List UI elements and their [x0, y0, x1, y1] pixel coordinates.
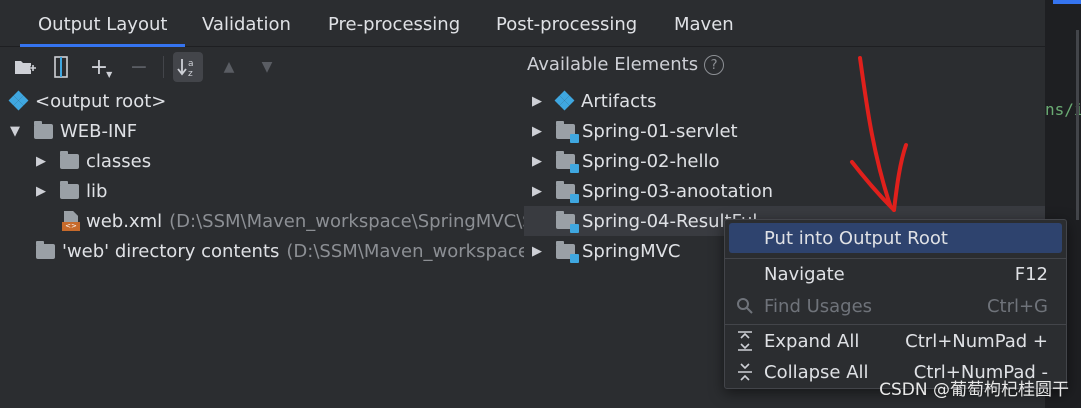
output-layout-tree: <output root> ▼ WEB-INF ▶ classes ▶ lib …: [0, 86, 524, 408]
tree-item-web-directory[interactable]: 'web' directory contents (D:\SSM\Maven_w…: [36, 236, 524, 266]
menu-item-label: Put into Output Root: [764, 227, 948, 249]
menu-item-label: Expand All: [764, 330, 860, 352]
available-item-module[interactable]: ▶ Spring-03-anootation: [524, 176, 1045, 206]
tree-item-label: WEB-INF: [60, 120, 138, 142]
chevron-right-icon[interactable]: ▶: [530, 124, 544, 139]
search-icon: [735, 296, 755, 316]
add-button[interactable]: + ▼: [86, 52, 116, 82]
tab-output-layout[interactable]: Output Layout: [19, 0, 186, 47]
tree-item-output-root[interactable]: <output root>: [8, 86, 167, 116]
chevron-down-icon[interactable]: ▼: [8, 124, 22, 139]
chevron-right-icon[interactable]: ▶: [34, 154, 48, 169]
available-item-module[interactable]: ▶ Spring-01-servlet: [524, 116, 1045, 146]
menu-item-shortcut: Ctrl+G: [986, 295, 1048, 317]
module-folder-icon: [556, 240, 579, 263]
available-item-label: Spring-03-anootation: [582, 180, 774, 202]
chevron-right-icon[interactable]: ▶: [530, 94, 544, 109]
menu-separator: [725, 324, 1066, 325]
tree-item-label: web.xml: [86, 210, 163, 232]
tree-item-web-inf[interactable]: ▼ WEB-INF: [8, 116, 137, 146]
context-menu: Put into Output Root Navigate F12 Find U…: [724, 219, 1067, 389]
artifact-diamond-icon: [554, 90, 575, 111]
tree-item-label: classes: [86, 150, 152, 172]
sort-alphabetically-button[interactable]: az: [173, 52, 203, 82]
tree-item-label: <output root>: [35, 90, 167, 112]
move-down-icon[interactable]: ▼: [252, 52, 282, 82]
available-elements-title: Available Elements?: [527, 54, 725, 75]
svg-text:a: a: [188, 59, 194, 69]
xml-file-icon: <>: [62, 211, 80, 231]
folder-icon: [60, 150, 79, 169]
tab-validation[interactable]: Validation: [202, 0, 291, 47]
menu-item-expand-all[interactable]: Expand All Ctrl+NumPad +: [729, 326, 1062, 356]
menu-item-shortcut: Ctrl+NumPad +: [905, 330, 1048, 352]
toolbar-separator: [163, 56, 164, 78]
editor-tab-indicator: [1053, 0, 1081, 4]
tab-bar: Output Layout Validation Pre-processing …: [0, 0, 1045, 47]
tree-item-label: lib: [86, 180, 108, 202]
chevron-right-icon[interactable]: ▶: [530, 244, 544, 259]
menu-item-label: Navigate: [764, 263, 845, 285]
layout-toolbar: + ▼ − az ▲ ▼: [0, 48, 520, 85]
available-elements-label: Available Elements: [527, 54, 699, 75]
available-item-label: Spring-02-hello: [582, 150, 720, 172]
svg-text:z: z: [188, 69, 193, 77]
folder-icon: [34, 120, 53, 139]
tab-maven[interactable]: Maven: [674, 0, 734, 47]
expand-all-icon: [735, 331, 755, 351]
module-folder-icon: [556, 180, 579, 203]
available-item-label: Artifacts: [581, 90, 657, 112]
available-item-label: Spring-01-servlet: [582, 120, 738, 142]
chevron-right-icon[interactable]: ▶: [530, 154, 544, 169]
menu-item-label: Find Usages: [764, 295, 873, 317]
folder-icon: [60, 180, 79, 199]
available-item-module[interactable]: ▶ Spring-02-hello: [524, 146, 1045, 176]
chevron-right-icon[interactable]: ▶: [530, 184, 544, 199]
tree-item-path: (D:\SSM\Maven_workspace\S: [286, 240, 524, 262]
tree-item-label: 'web' directory contents: [62, 240, 280, 262]
tree-item-path: (D:\SSM\Maven_workspace\SpringMVC\Sp: [169, 210, 524, 232]
watermark-text: CSDN @葡萄枸杞桂圆干: [879, 380, 1069, 400]
menu-item-shortcut: F12: [1014, 263, 1048, 285]
menu-item-navigate[interactable]: Navigate F12: [729, 259, 1062, 289]
tree-item-classes[interactable]: ▶ classes: [34, 146, 151, 176]
menu-item-find-usages[interactable]: Find Usages Ctrl+G: [729, 291, 1062, 321]
move-up-icon[interactable]: ▲: [214, 52, 244, 82]
tree-item-lib[interactable]: ▶ lib: [34, 176, 107, 206]
folder-plus-icon[interactable]: [10, 52, 40, 82]
folder-icon: [36, 240, 55, 259]
module-folder-icon: [556, 210, 579, 233]
remove-button[interactable]: −: [124, 52, 154, 82]
collapse-all-icon: [735, 362, 755, 382]
editor-scrollbar[interactable]: [1076, 30, 1079, 220]
available-item-artifacts[interactable]: ▶ Artifacts: [524, 86, 1045, 116]
module-folder-icon: [556, 150, 579, 173]
tab-post-processing[interactable]: Post-processing: [496, 0, 637, 47]
artifact-diamond-icon: [8, 90, 29, 111]
archive-icon[interactable]: [46, 52, 76, 82]
menu-item-label: Collapse All: [764, 361, 869, 383]
menu-item-put-into-output-root[interactable]: Put into Output Root: [729, 223, 1062, 253]
chevron-right-icon[interactable]: ▶: [34, 184, 48, 199]
module-folder-icon: [556, 120, 579, 143]
available-item-label: SpringMVC: [582, 240, 681, 262]
help-icon[interactable]: ?: [704, 55, 725, 75]
tab-pre-processing[interactable]: Pre-processing: [328, 0, 460, 47]
tree-item-web-xml[interactable]: <> web.xml (D:\SSM\Maven_workspace\Sprin…: [62, 206, 524, 236]
